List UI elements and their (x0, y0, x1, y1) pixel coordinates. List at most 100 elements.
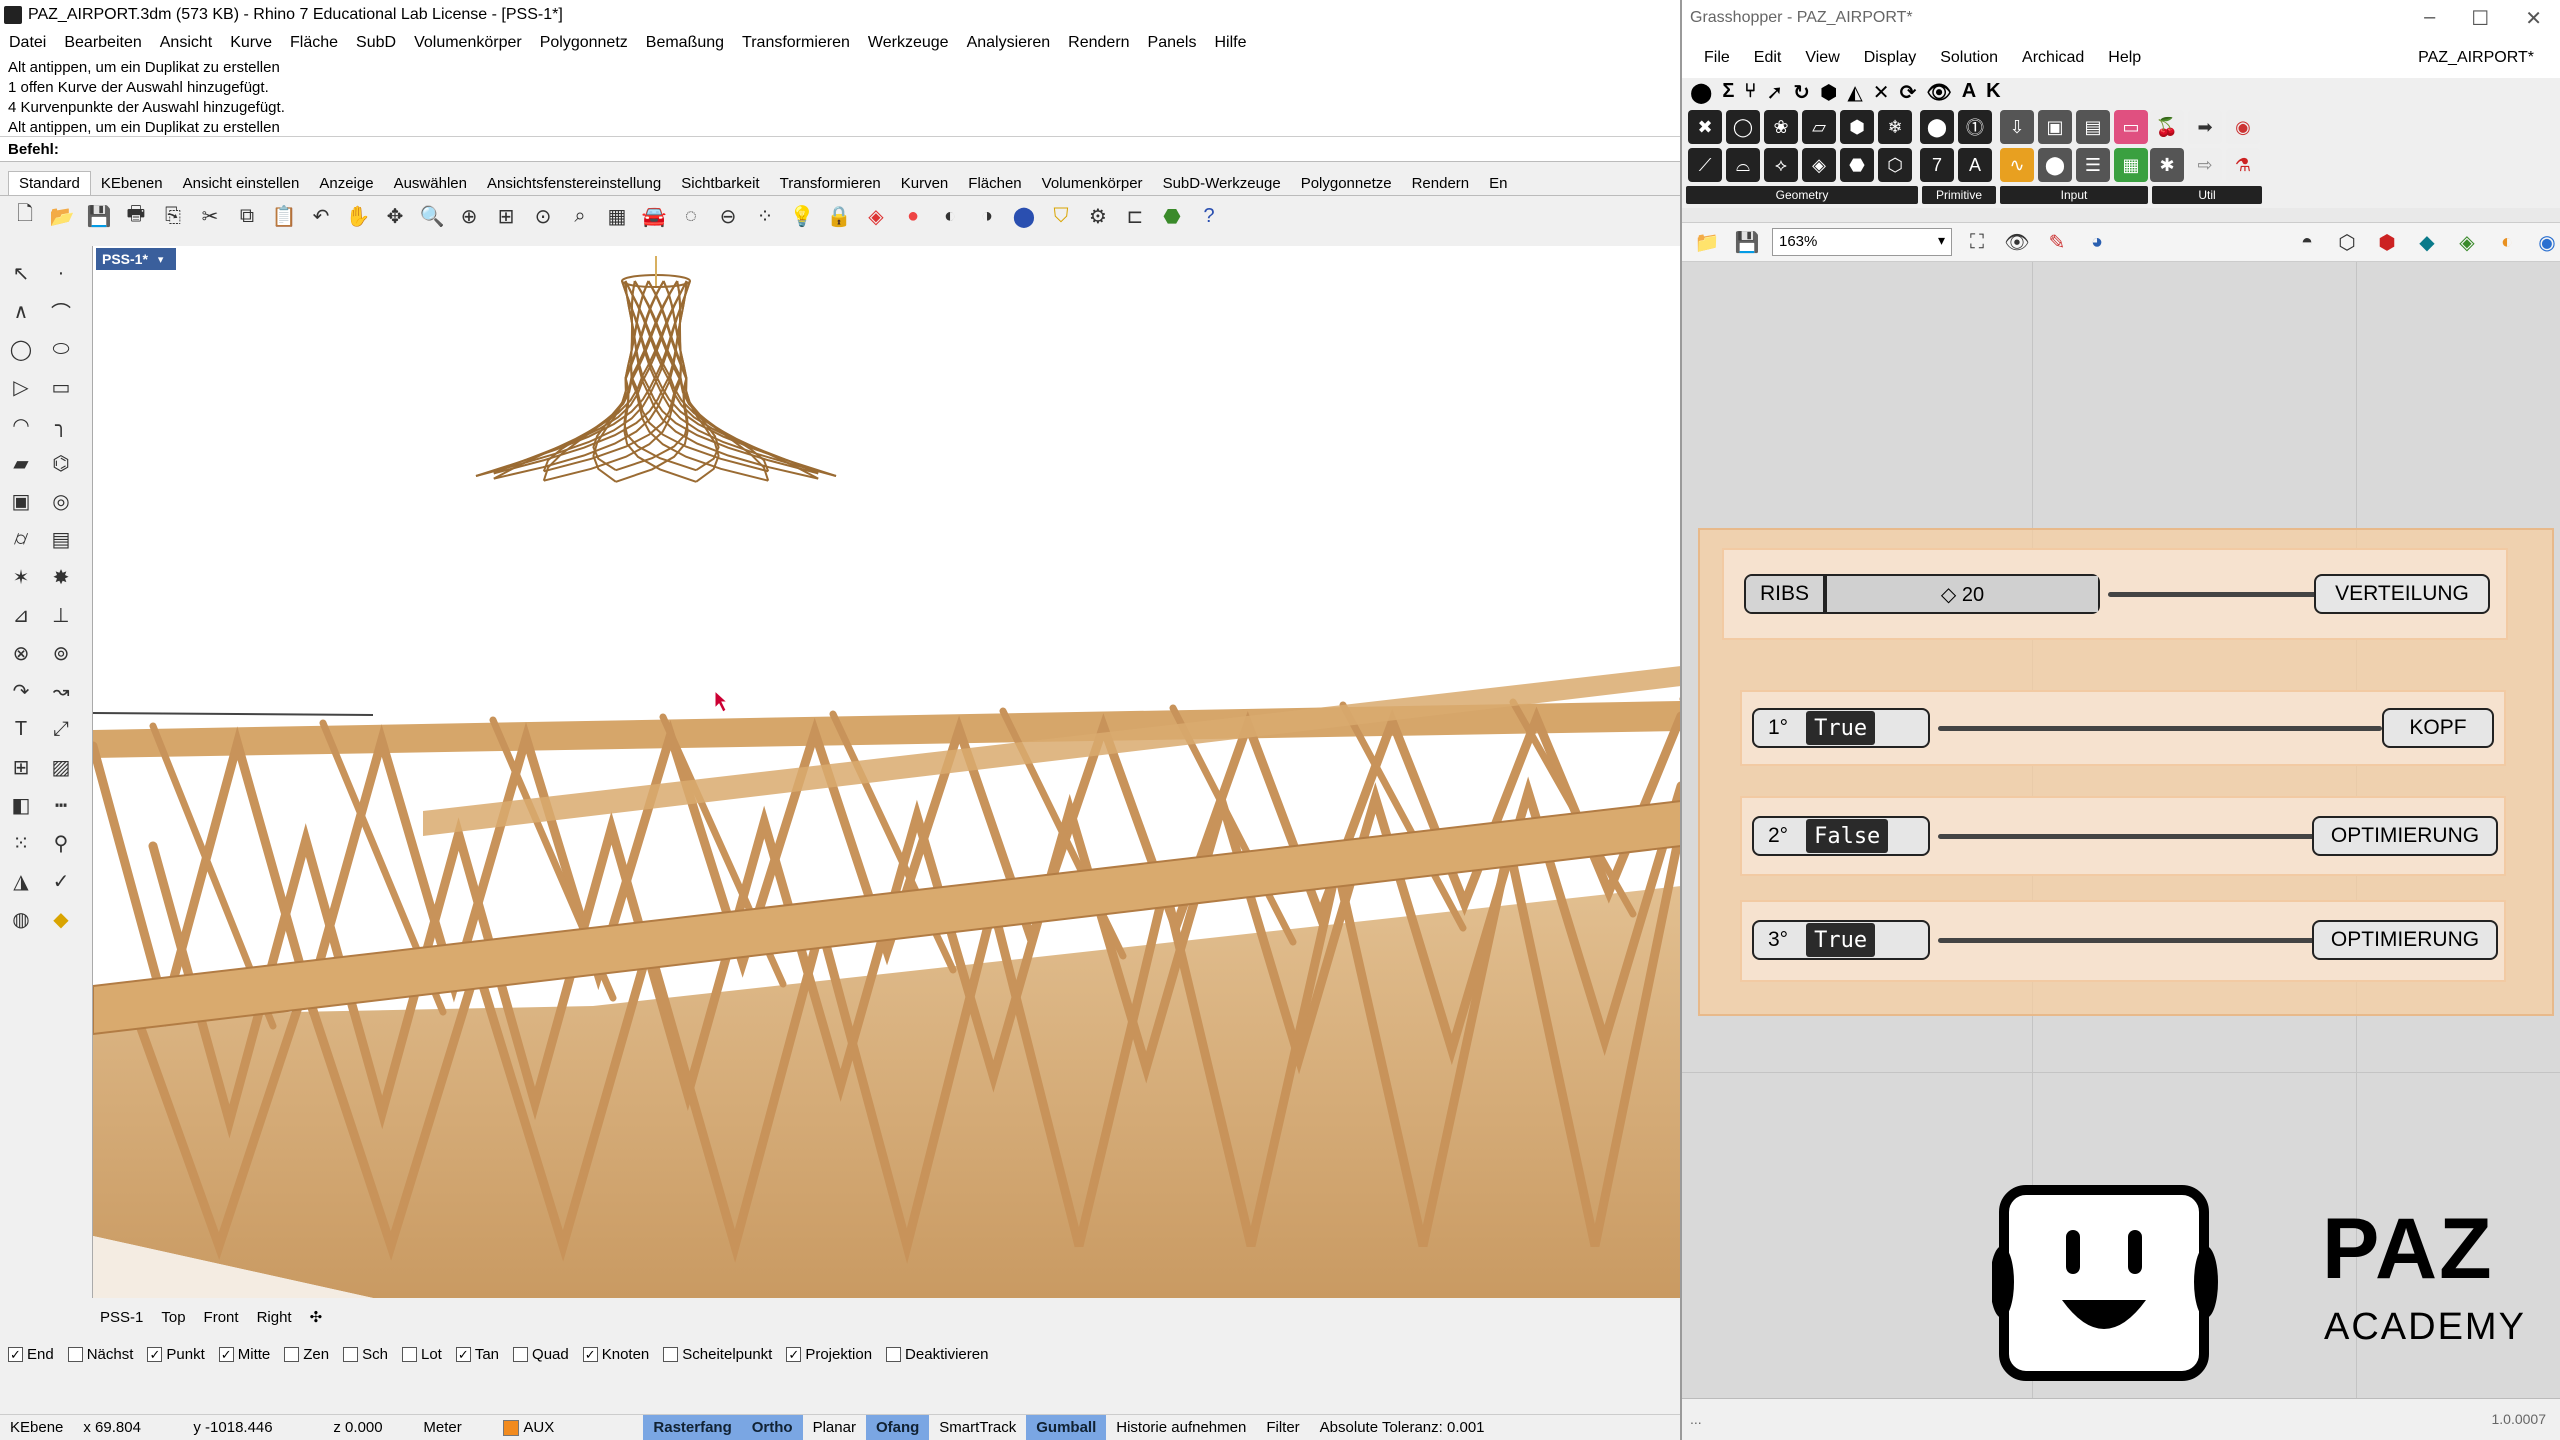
gh-surface-param-icon[interactable]: ▱ (1802, 110, 1836, 144)
rendered-icon[interactable]: ◑ (972, 201, 1002, 231)
sets-tab-icon[interactable]: ⑂ (1744, 80, 1756, 105)
group-icon[interactable]: ⊚ (44, 636, 78, 670)
surface-icon[interactable]: ▰ (4, 446, 38, 480)
gh-boolean-param-icon[interactable]: ⬤ (1920, 110, 1954, 144)
status-layer-mode[interactable]: KEbene (0, 1419, 73, 1436)
osnap-mitte[interactable]: ✓ Mitte (218, 1346, 270, 1363)
tab-transformieren[interactable]: Transformieren (770, 172, 891, 195)
tab-sichtbarkeit[interactable]: Sichtbarkeit (671, 172, 769, 195)
curve-tab-icon[interactable]: ↻ (1793, 80, 1810, 105)
toggle-value[interactable]: True (1806, 711, 1876, 745)
maths-tab-icon[interactable]: Σ (1722, 80, 1734, 105)
gh-circle-param-icon[interactable]: ◯ (1726, 110, 1760, 144)
polygon-icon[interactable]: ▷ (4, 370, 38, 404)
menu-flaeche[interactable]: Fläche (281, 34, 347, 52)
zoom-named-icon[interactable]: ⌕ (565, 201, 595, 231)
tab-standard[interactable]: Standard (8, 171, 91, 195)
filter-icon[interactable]: ⛉ (1046, 201, 1076, 231)
chevron-down-icon[interactable]: ▾ (158, 253, 164, 266)
material-icon[interactable]: ◆ (44, 902, 78, 936)
tab-anzeige[interactable]: Anzeige (309, 172, 383, 195)
trim-icon[interactable]: ⊿ (4, 598, 38, 632)
osnap-sch[interactable]: Sch (343, 1346, 388, 1363)
gh-menu-archicad[interactable]: Archicad (2010, 49, 2096, 67)
boolean-icon[interactable]: ◎ (44, 484, 78, 518)
preview-shaded-icon[interactable]: ⬢ (2372, 227, 2402, 257)
osnap-nächst[interactable]: Nächst (67, 1346, 133, 1363)
minimize-icon[interactable]: – (2424, 6, 2435, 31)
viewport-label[interactable]: PSS-1* ▾ (96, 248, 176, 270)
gh-toggle-icon[interactable]: ⬤ (2038, 148, 2072, 182)
menu-rendern[interactable]: Rendern (1059, 34, 1138, 52)
optimierung-param-2[interactable]: OPTIMIERUNG (2312, 920, 2498, 960)
zoom-selected-icon[interactable]: ⊙ (528, 201, 558, 231)
gh-button-icon[interactable]: ▣ (2038, 110, 2072, 144)
gh-arc-param-icon[interactable]: ⌓ (1726, 148, 1760, 182)
command-prompt[interactable]: Befehl: (0, 136, 1680, 162)
dimension-icon[interactable]: ⊏ (1120, 201, 1150, 231)
kangaroo-tab-icon[interactable]: K (1986, 80, 2000, 105)
checkbox[interactable]: ✓ (8, 1346, 23, 1362)
ruler-icon[interactable]: ┅ (44, 788, 78, 822)
gh-matrix-icon[interactable]: ▦ (2114, 148, 2148, 182)
rectangle-icon[interactable]: ▭ (44, 370, 78, 404)
view-tab-front[interactable]: Front (204, 1309, 239, 1326)
sketch-pen-icon[interactable]: ✎ (2042, 227, 2072, 257)
osnap-projektion[interactable]: ✓ Projektion (786, 1346, 872, 1363)
checkbox[interactable] (886, 1346, 902, 1362)
check-tool-icon[interactable]: ⚲ (44, 826, 78, 860)
status-toggle-planar[interactable]: Planar (803, 1415, 866, 1440)
zoom-window-icon[interactable]: ⊕ (454, 201, 484, 231)
menu-bemassung[interactable]: Bemaßung (637, 34, 733, 52)
gh-menu-help[interactable]: Help (2096, 49, 2153, 67)
status-toggle-rasterfang[interactable]: Rasterfang (643, 1415, 742, 1440)
tab-polygonnetze[interactable]: Polygonnetze (1291, 172, 1402, 195)
preview-selected-icon[interactable]: ◆ (2412, 227, 2442, 257)
gh-panel-icon[interactable]: ▤ (2076, 110, 2110, 144)
join-icon[interactable]: ⊗ (4, 636, 38, 670)
menu-datei[interactable]: Datei (0, 34, 55, 52)
offset-icon[interactable]: ↷ (4, 674, 38, 708)
gh-curve-param-icon[interactable]: ❀ (1764, 110, 1798, 144)
gh-save-icon[interactable]: 💾 (1732, 227, 1762, 257)
view-tab-pss-1[interactable]: PSS-1 (100, 1309, 143, 1326)
checkbox[interactable] (67, 1346, 83, 1362)
tab-kurven[interactable]: Kurven (891, 172, 959, 195)
status-toggle-smarttrack[interactable]: SmartTrack (929, 1415, 1026, 1440)
osnap-tan[interactable]: ✓ Tan (455, 1346, 499, 1363)
gh-sphere-icon[interactable]: ◕ (2082, 227, 2112, 257)
gh-menu-solution[interactable]: Solution (1928, 49, 2010, 67)
gh-menu-edit[interactable]: Edit (1742, 49, 1794, 67)
surface-tab-icon[interactable]: ⬢ (1820, 80, 1837, 105)
menu-hilfe[interactable]: Hilfe (1205, 34, 1255, 52)
panel-label-input[interactable]: Input (2000, 186, 2148, 204)
osnap-end[interactable]: ✓ End (8, 1346, 54, 1363)
gh-import-icon[interactable]: ⇩ (2000, 110, 2034, 144)
export-icon[interactable]: ⎘ (158, 201, 188, 231)
perspective-viewport[interactable] (92, 246, 1680, 1298)
osnap-deaktivieren[interactable]: Deaktivieren (886, 1346, 988, 1363)
menu-panels[interactable]: Panels (1139, 34, 1206, 52)
verteilung-param[interactable]: VERTEILUNG (2314, 574, 2490, 614)
gh-menu-display[interactable]: Display (1852, 49, 1928, 67)
mesh-icon[interactable]: ▤ (44, 522, 78, 556)
gh-arrow-outline-icon[interactable]: ⇨ (2188, 148, 2222, 182)
camera-icon[interactable]: ◌ (676, 201, 706, 231)
view-tab-top[interactable]: Top (161, 1309, 185, 1326)
shaded-icon[interactable]: ◐ (935, 201, 965, 231)
checkbox[interactable]: ✓ (455, 1346, 471, 1362)
menu-kurve[interactable]: Kurve (221, 34, 281, 52)
osnap-zen[interactable]: Zen (284, 1346, 329, 1363)
loft-icon[interactable]: ⌬ (44, 446, 78, 480)
gh-cherry-icon[interactable]: 🍒 (2150, 110, 2184, 144)
copy-icon[interactable]: ⧉ (232, 201, 262, 231)
array-icon[interactable]: ⁙ (4, 826, 38, 860)
params-tab-icon[interactable]: ⬤ (1690, 80, 1712, 105)
paste-icon[interactable]: 📋 (269, 201, 299, 231)
gh-open-icon[interactable]: 📁 (1692, 227, 1722, 257)
toggle-2[interactable]: 2° False (1752, 816, 1930, 856)
gh-subd-param-icon[interactable]: ⬣ (1840, 148, 1874, 182)
close-icon[interactable]: ✕ (2525, 6, 2542, 31)
menu-werkzeuge[interactable]: Werkzeuge (859, 34, 958, 52)
gh-mesh-param-icon[interactable]: ⬢ (1840, 110, 1874, 144)
